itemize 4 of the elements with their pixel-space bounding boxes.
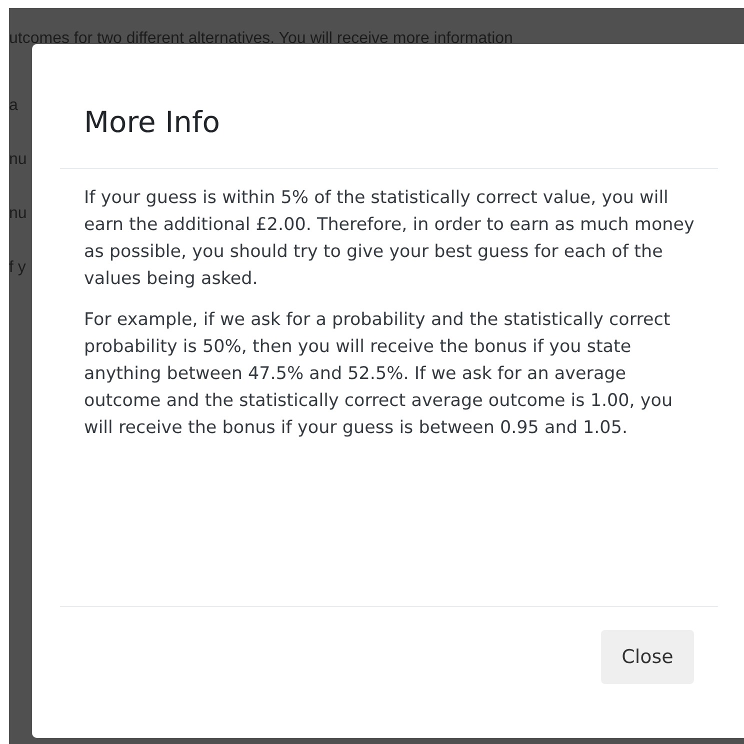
info-paragraph: For example, if we ask for a probability and the statistically correct probability is 50%, then you will receive the bonus if you state anything between 47.5% and 52.5%. If we ask for an average outcome and the statistically correct average outcome is 1.00, you will receive the bonus if your guess is between 0.95 and 1.05. bbox=[84, 309, 674, 440]
info-paragraph: If your guess is within 5% of the statistically correct value, you will earn the additional £2.00. Therefore, in order to earn as much money as possible, you should try to give your best guess for each of the values being asked. bbox=[84, 187, 696, 291]
modal-title: More Info bbox=[84, 104, 221, 141]
close-button[interactable]: Close bbox=[601, 630, 694, 684]
